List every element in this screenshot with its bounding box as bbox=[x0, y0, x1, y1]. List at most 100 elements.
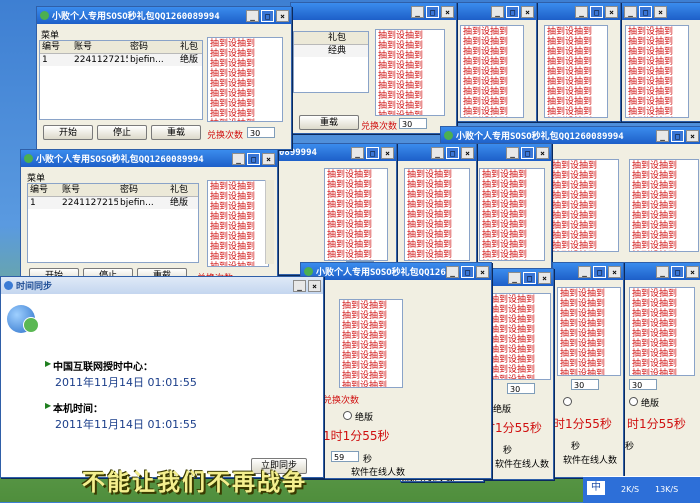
sixty-input[interactable]: 59 bbox=[331, 451, 359, 462]
title-bar[interactable]: 0899994 _ □ × bbox=[276, 144, 396, 161]
title-bar[interactable]: 小败个人专用SOSO秒礼包QQ1260089994_□× bbox=[37, 7, 291, 24]
log-box: 抽到设抽到 抽到设抽到 抽到设抽到 抽到设抽到 抽到设抽到 抽到设抽到 抽到设抽… bbox=[557, 287, 621, 376]
close-button[interactable]: × bbox=[521, 5, 534, 18]
bullet-arrow-icon: ▶ bbox=[45, 359, 52, 368]
minimize-button[interactable]: _ bbox=[506, 146, 519, 159]
maximize-button[interactable]: □ bbox=[446, 146, 459, 159]
close-button[interactable]: × bbox=[476, 265, 489, 278]
title-bar[interactable]: _□× bbox=[621, 3, 700, 20]
title-bar[interactable]: _□× bbox=[456, 3, 536, 20]
table-row[interactable]: 1 2241127215 bjefin... 绝版 bbox=[40, 54, 202, 66]
minimize-button[interactable]: _ bbox=[656, 129, 669, 142]
app-window-4: _ □ × 礼包 经典 抽到设抽到 抽到设抽到 抽到设抽到 抽到设抽到 抽到设抽到 … bbox=[290, 2, 457, 134]
main-window-2: 小败个人专用SOSO秒礼包QQ1260089994 _ □ × 菜单 编号 账号 密码 礼包… bbox=[20, 149, 278, 285]
title-bar[interactable]: _□× bbox=[471, 144, 551, 161]
ime-icon[interactable]: 中 bbox=[587, 481, 605, 495]
log-box: 抽到设抽到 抽到设抽到 抽到设抽到 抽到设抽到 抽到设抽到 抽到设抽到 抽到设抽… bbox=[324, 168, 388, 261]
account-table: 编号 账号 密码 礼包 1 2241127215 bjefin... 绝版 bbox=[27, 183, 199, 263]
close-button[interactable]: × bbox=[461, 146, 474, 159]
minimize-button[interactable]: _ bbox=[411, 5, 424, 18]
close-button[interactable]: × bbox=[654, 5, 667, 18]
maximize-button[interactable]: □ bbox=[521, 146, 534, 159]
reload-button[interactable]: 重载 bbox=[151, 125, 201, 140]
count-input[interactable]: 30 bbox=[507, 383, 535, 394]
time-sync-dialog: 时间同步 _ × ▶ 中国互联网授时中心： 2011年11月14日 01:01:5… bbox=[0, 276, 324, 478]
net-down-speed: 13K/S bbox=[655, 485, 679, 494]
maximize-button[interactable]: □ bbox=[671, 129, 684, 142]
maximize-button[interactable]: □ bbox=[590, 5, 603, 18]
log-box: 抽到设抽到 抽到设抽到 抽到设抽到 抽到设抽到 抽到设抽到 抽到设抽到 抽到设抽… bbox=[207, 180, 269, 267]
minimize-button[interactable]: _ bbox=[656, 265, 669, 278]
title-bar[interactable]: _□× bbox=[483, 269, 553, 286]
seconds-label: 秒 bbox=[363, 455, 373, 465]
close-button[interactable]: × bbox=[605, 5, 618, 18]
stop-button[interactable]: 停止 bbox=[97, 125, 147, 140]
count-input[interactable]: 30 bbox=[247, 127, 275, 138]
net-up-speed: 2K/S bbox=[621, 485, 640, 494]
title-bar[interactable]: 时间同步 _ × bbox=[1, 277, 323, 294]
title-bar[interactable]: 小败个人专用SOSO秒礼包QQ1260089994_□× bbox=[301, 263, 491, 280]
title-bar[interactable]: _□× bbox=[291, 3, 456, 20]
local-time-label: 本机时间： bbox=[53, 404, 103, 415]
app-window-7: _ □ × 抽到设抽到 抽到设抽到 抽到设抽到 抽到设抽到 抽到设抽到 抽到设抽到 … bbox=[620, 2, 700, 122]
close-button[interactable]: × bbox=[538, 271, 551, 284]
rare-label: 绝版 bbox=[641, 399, 660, 409]
maximize-button[interactable]: □ bbox=[426, 5, 439, 18]
rare-radio[interactable] bbox=[563, 397, 572, 406]
minimize-button[interactable]: _ bbox=[491, 5, 504, 18]
reload-button[interactable]: 重载 bbox=[299, 115, 359, 130]
minimize-button[interactable]: _ bbox=[232, 152, 245, 165]
close-button[interactable]: × bbox=[276, 9, 289, 22]
rare-radio[interactable] bbox=[343, 411, 352, 420]
minimize-button[interactable]: _ bbox=[431, 146, 444, 159]
close-button[interactable]: × bbox=[441, 5, 454, 18]
close-button[interactable]: × bbox=[686, 129, 699, 142]
app-window-16: 小败个人专用SOSO秒礼包QQ1260089994_□× 抽到设抽到 抽到设抽到… bbox=[300, 262, 492, 479]
maximize-button[interactable]: □ bbox=[671, 265, 684, 278]
close-button[interactable]: × bbox=[381, 146, 394, 159]
overlay-caption: 不能让我们不再战争 bbox=[82, 470, 307, 496]
count-input[interactable]: 30 bbox=[571, 379, 599, 390]
close-button[interactable]: × bbox=[686, 265, 699, 278]
log-box: 抽到设抽到 抽到设抽到 抽到设抽到 抽到设抽到 抽到设抽到 抽到设抽到 抽到设抽… bbox=[479, 168, 545, 261]
maximize-button[interactable]: □ bbox=[506, 5, 519, 18]
title-bar[interactable]: 小败个人专用SOSO秒礼包QQ1260089994_□× bbox=[441, 127, 700, 144]
maximize-button[interactable]: □ bbox=[461, 265, 474, 278]
close-button[interactable]: × bbox=[262, 152, 275, 165]
close-button[interactable]: × bbox=[536, 146, 549, 159]
maximize-button[interactable]: □ bbox=[366, 146, 379, 159]
col-gift: 礼包 bbox=[328, 33, 347, 43]
col-account: 账号 bbox=[62, 185, 81, 195]
maximize-button[interactable]: □ bbox=[247, 152, 260, 165]
log-box: 抽到设抽到 抽到设抽到 抽到设抽到 抽到设抽到 抽到设抽到 抽到设抽到 抽到设抽… bbox=[549, 159, 619, 252]
rare-radio[interactable] bbox=[629, 397, 638, 406]
maximize-button[interactable]: □ bbox=[523, 271, 536, 284]
minimize-button[interactable]: _ bbox=[578, 265, 591, 278]
close-button[interactable]: × bbox=[308, 279, 321, 292]
minimize-button[interactable]: _ bbox=[508, 271, 521, 284]
minimize-button[interactable]: _ bbox=[351, 146, 364, 159]
title-bar[interactable]: _□× bbox=[536, 3, 620, 20]
col-password: 密码 bbox=[120, 185, 139, 195]
minimize-button[interactable]: _ bbox=[246, 9, 259, 22]
start-button[interactable]: 开始 bbox=[43, 125, 93, 140]
table-row[interactable]: 1 2241127215 bjefin... 绝版 bbox=[28, 197, 198, 209]
title-bar[interactable]: _□× bbox=[623, 263, 700, 280]
count-input[interactable]: 30 bbox=[629, 379, 657, 390]
maximize-button[interactable]: □ bbox=[261, 9, 274, 22]
title-bar[interactable]: _□× bbox=[553, 263, 623, 280]
title-bar[interactable]: _□× bbox=[396, 144, 476, 161]
close-button[interactable]: × bbox=[608, 265, 621, 278]
minimize-button[interactable]: _ bbox=[446, 265, 459, 278]
count-input[interactable]: 30 bbox=[399, 118, 427, 129]
scrollbar[interactable] bbox=[265, 180, 274, 264]
title-bar[interactable]: 小败个人专用SOSO秒礼包QQ1260089994_□× bbox=[21, 150, 277, 167]
local-time-value: 2011年11月14日 01:01:55 bbox=[55, 418, 197, 431]
seconds-label: 秒 bbox=[625, 442, 635, 452]
minimize-button[interactable]: _ bbox=[293, 279, 306, 292]
minimize-button[interactable]: _ bbox=[575, 5, 588, 18]
maximize-button[interactable]: □ bbox=[593, 265, 606, 278]
minimize-button[interactable]: _ bbox=[624, 5, 637, 18]
maximize-button[interactable]: □ bbox=[639, 5, 652, 18]
log-box: 抽到设抽到 抽到设抽到 抽到设抽到 抽到设抽到 抽到设抽到 抽到设抽到 抽到设抽… bbox=[544, 25, 608, 118]
